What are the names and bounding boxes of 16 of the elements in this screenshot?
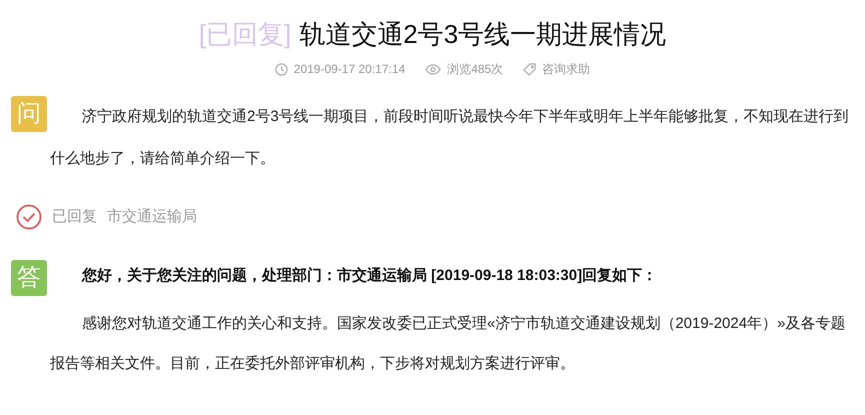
eye-icon	[425, 64, 442, 74]
category-label: 咨询求助	[542, 61, 590, 78]
answer-badge: 答	[11, 260, 47, 296]
tag-icon	[523, 62, 536, 76]
view-count: 浏览485次	[447, 61, 504, 78]
answer-text: 感谢您对轨道交通工作的关心和支持。国家发改委已正式受理«济宁市轨道交通建设规划（2019-2024年）»及各专题报告等相关文件。目前，正在委托外部评审机构，下步将对规划方案进行评审。	[50, 314, 846, 374]
clock-icon	[274, 62, 288, 76]
department-name: 市交通运输局	[107, 206, 197, 227]
question-text: 济宁政府规划的轨道交通2号3号线一期项目，前段时间听说最快今年下半年或明年上半年能够批复，不知现在进行到什么地步了，请给简单介绍一下。	[50, 107, 849, 169]
status-label: [已回复]	[198, 18, 292, 51]
page-title: 轨道交通2号3号线一期进展情况	[299, 18, 666, 51]
question-badge: 问	[11, 96, 47, 132]
post-time: 2019-09-17 20:17:14	[294, 61, 406, 78]
check-circle-icon	[16, 204, 42, 230]
answer-heading: 您好，关于您关注的问题，处理部门：市交通运输局 [2019-09-18 18:03:30]回复如下：	[80, 266, 658, 286]
reply-status: 已回复	[52, 206, 97, 227]
